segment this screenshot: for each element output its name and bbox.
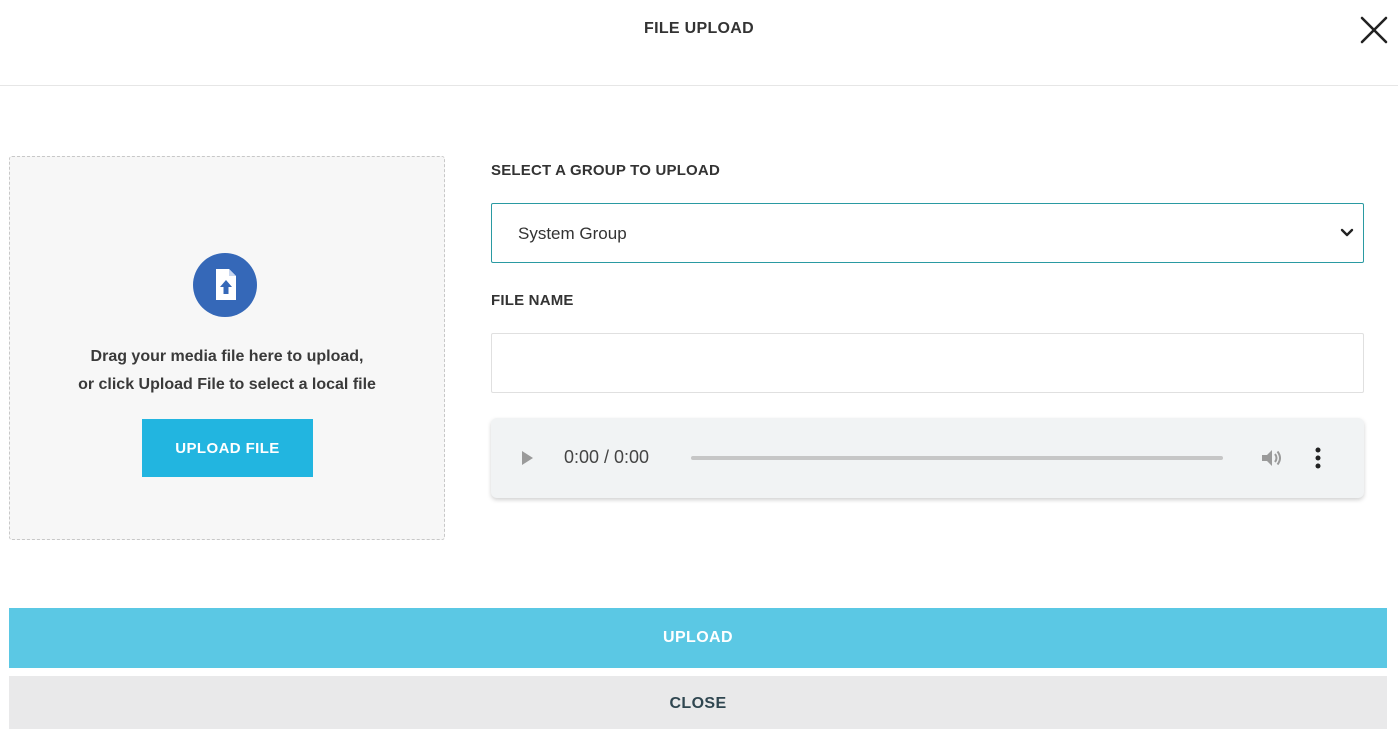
- group-select-label: SELECT A GROUP TO UPLOAD: [491, 162, 720, 179]
- more-options-icon[interactable]: [1313, 444, 1323, 477]
- close-button[interactable]: CLOSE: [9, 676, 1387, 729]
- volume-icon[interactable]: [1259, 446, 1285, 475]
- drop-instructions: Drag your media file here to upload, or …: [10, 343, 444, 399]
- group-select[interactable]: System Group: [491, 203, 1364, 263]
- chevron-down-icon: [1339, 224, 1355, 245]
- group-select-value: System Group: [518, 224, 627, 243]
- upload-button[interactable]: UPLOAD: [9, 608, 1387, 668]
- file-upload-icon: [193, 253, 257, 317]
- close-icon[interactable]: [1356, 12, 1392, 48]
- upload-file-button[interactable]: UPLOAD FILE: [142, 419, 313, 477]
- audio-time: 0:00 / 0:00: [564, 447, 650, 467]
- file-name-label: FILE NAME: [491, 292, 574, 309]
- audio-player: 0:00 / 0:00: [491, 418, 1364, 498]
- play-icon[interactable]: [517, 447, 537, 474]
- drop-instructions-line1: Drag your media file here to upload,: [90, 348, 364, 365]
- drop-instructions-line2: or click Upload File to select a local f…: [78, 376, 376, 393]
- file-name-input[interactable]: [491, 333, 1364, 393]
- file-upload-dialog: FILE UPLOAD Drag your media file here to…: [0, 0, 1398, 729]
- audio-seek-slider[interactable]: [691, 456, 1223, 460]
- dialog-title: FILE UPLOAD: [644, 20, 754, 37]
- file-drop-zone[interactable]: Drag your media file here to upload, or …: [9, 156, 445, 540]
- dialog-header: FILE UPLOAD: [0, 0, 1398, 86]
